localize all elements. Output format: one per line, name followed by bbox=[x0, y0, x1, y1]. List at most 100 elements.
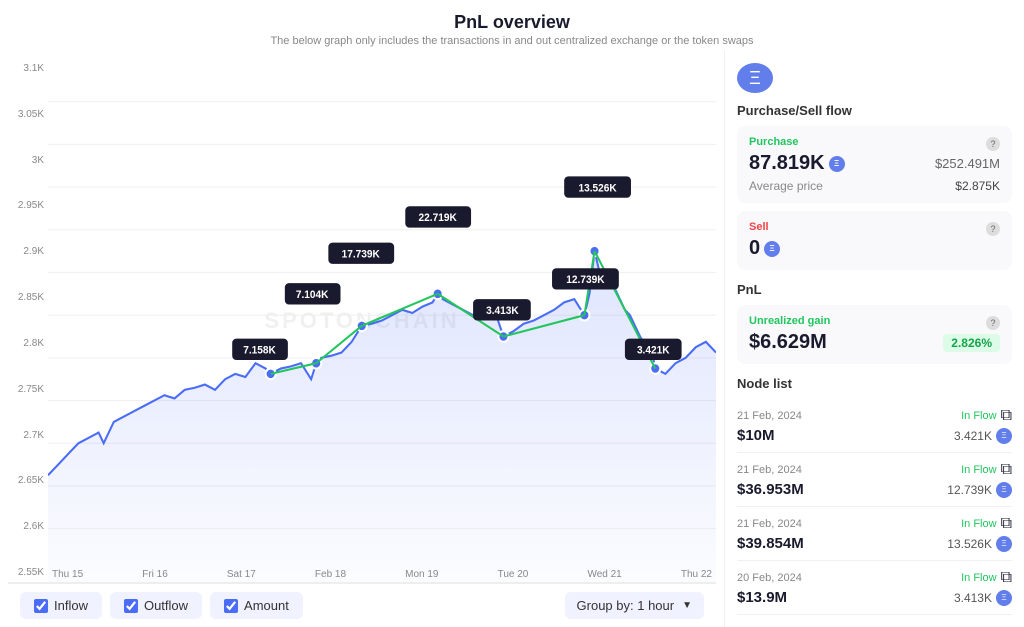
sell-amount: 0 Ξ bbox=[749, 237, 780, 260]
inflow-checkbox-group[interactable]: Inflow bbox=[20, 592, 102, 619]
amount-checkbox[interactable] bbox=[224, 599, 238, 613]
x-label: Sat 17 bbox=[227, 569, 256, 580]
y-label: 2.95K bbox=[8, 200, 48, 211]
x-axis-labels: Thu 15 Fri 16 Sat 17 Feb 18 Mon 19 Tue 2… bbox=[48, 569, 716, 580]
node-copy-icon[interactable]: ⧉ bbox=[1001, 515, 1012, 533]
svg-text:17.739K: 17.739K bbox=[342, 249, 381, 260]
node-copy-icon[interactable]: ⧉ bbox=[1001, 407, 1012, 425]
node-item: 20 Feb, 2024 In Flow ⧉ $13.9M 3.413K Ξ bbox=[737, 561, 1012, 615]
node-item: 21 Feb, 2024 In Flow ⧉ $10M 3.421K Ξ bbox=[737, 399, 1012, 453]
node-tokens: 3.421K Ξ bbox=[954, 428, 1012, 444]
node-date: 21 Feb, 2024 bbox=[737, 518, 802, 530]
y-label: 3.05K bbox=[8, 109, 48, 120]
sell-amount-value: 0 bbox=[749, 237, 760, 260]
y-label: 2.9K bbox=[8, 246, 48, 257]
y-label: 2.85K bbox=[8, 292, 48, 303]
x-label: Feb 18 bbox=[315, 569, 346, 580]
page-title: PnL overview bbox=[0, 12, 1024, 33]
eth-small-sell-icon: Ξ bbox=[764, 241, 780, 257]
y-label: 2.55K bbox=[8, 567, 48, 578]
eth-token-icon: Ξ bbox=[996, 428, 1012, 444]
svg-text:7.158K: 7.158K bbox=[243, 345, 276, 356]
unrealized-amount: $6.629M bbox=[749, 331, 827, 354]
x-label: Mon 19 bbox=[405, 569, 438, 580]
node-tokens: 3.413K Ξ bbox=[954, 590, 1012, 606]
y-label: 3K bbox=[8, 155, 48, 166]
eth-token-icon: Ξ bbox=[996, 536, 1012, 552]
x-label: Wed 21 bbox=[587, 569, 621, 580]
purchase-amount: 87.819K Ξ bbox=[749, 152, 845, 175]
y-label: 2.6K bbox=[8, 521, 48, 532]
outflow-label: Outflow bbox=[144, 598, 188, 613]
eth-icon: Ξ bbox=[737, 63, 773, 93]
chart-svg: 7.158K 7.104K 17.739K 22.719K 3.413K 12. bbox=[48, 59, 716, 582]
y-label: 2.75K bbox=[8, 384, 48, 395]
node-amount: $39.854M bbox=[737, 535, 804, 552]
node-amount: $10M bbox=[737, 427, 775, 444]
x-label: Thu 15 bbox=[52, 569, 83, 580]
pnl-section: PnL Unrealized gain ? $6.629M 2.826% bbox=[737, 282, 1012, 364]
svg-text:12.739K: 12.739K bbox=[566, 275, 605, 286]
y-label: 3.1K bbox=[8, 63, 48, 74]
y-label: 2.7K bbox=[8, 430, 48, 441]
eth-small-icon: Ξ bbox=[829, 156, 845, 172]
node-list-section: Node list 21 Feb, 2024 In Flow ⧉ $10M 3.… bbox=[737, 376, 1012, 615]
node-date: 21 Feb, 2024 bbox=[737, 464, 802, 476]
node-list-title: Node list bbox=[737, 376, 1012, 391]
node-date: 20 Feb, 2024 bbox=[737, 572, 802, 584]
node-inflow-label: In Flow bbox=[961, 518, 996, 530]
controls-bar: Inflow Outflow Amount Group by: 1 hour ▼ bbox=[8, 583, 716, 627]
node-tokens: 13.526K Ξ bbox=[947, 536, 1012, 552]
y-label: 2.65K bbox=[8, 475, 48, 486]
x-label: Tue 20 bbox=[498, 569, 529, 580]
outflow-checkbox[interactable] bbox=[124, 599, 138, 613]
node-inflow-label: In Flow bbox=[961, 572, 996, 584]
sell-label: Sell bbox=[749, 221, 769, 233]
x-label: Thu 22 bbox=[681, 569, 712, 580]
svg-text:3.421K: 3.421K bbox=[637, 345, 670, 356]
inflow-label: Inflow bbox=[54, 598, 88, 613]
avg-price-label: Average price bbox=[749, 179, 823, 193]
page-subtitle: The below graph only includes the transa… bbox=[0, 35, 1024, 47]
purchase-card: Purchase ? 87.819K Ξ $252.491M Average p… bbox=[737, 126, 1012, 203]
avg-price-value: $2.875K bbox=[955, 179, 1000, 193]
purchase-label: Purchase bbox=[749, 136, 799, 148]
unrealized-pct: 2.826% bbox=[943, 334, 1000, 352]
node-item: 21 Feb, 2024 In Flow ⧉ $36.953M 12.739K … bbox=[737, 453, 1012, 507]
chart-wrapper: SPOTONCHAIN 3.1K 3.05K 3K 2.95K 2.9K 2.8… bbox=[8, 59, 716, 583]
sell-info-icon[interactable]: ? bbox=[986, 222, 1000, 236]
node-tokens: 12.739K Ξ bbox=[947, 482, 1012, 498]
purchase-usd: $252.491M bbox=[935, 156, 1000, 171]
purchase-sell-section-title: Purchase/Sell flow bbox=[737, 103, 1012, 118]
chart-area: SPOTONCHAIN 3.1K 3.05K 3K 2.95K 2.9K 2.8… bbox=[0, 51, 724, 627]
amount-label: Amount bbox=[244, 598, 289, 613]
x-label: Fri 16 bbox=[142, 569, 168, 580]
node-amount: $36.953M bbox=[737, 481, 804, 498]
node-inflow-label: In Flow bbox=[961, 464, 996, 476]
group-by-label: Group by: 1 hour bbox=[577, 598, 675, 613]
page-header: PnL overview The below graph only includ… bbox=[0, 0, 1024, 51]
svg-text:3.413K: 3.413K bbox=[486, 306, 519, 317]
pnl-title: PnL bbox=[737, 282, 1012, 297]
amount-checkbox-group[interactable]: Amount bbox=[210, 592, 303, 619]
svg-text:13.526K: 13.526K bbox=[578, 183, 617, 194]
group-by-select[interactable]: Group by: 1 hour ▼ bbox=[565, 592, 704, 619]
purchase-info-icon[interactable]: ? bbox=[986, 137, 1000, 151]
node-copy-icon[interactable]: ⧉ bbox=[1001, 461, 1012, 479]
svg-text:22.719K: 22.719K bbox=[419, 213, 458, 224]
right-panel: Ξ Purchase/Sell flow Purchase ? 87.819K … bbox=[724, 51, 1024, 627]
y-label: 2.8K bbox=[8, 338, 48, 349]
purchase-amount-value: 87.819K bbox=[749, 152, 825, 175]
pnl-info-icon[interactable]: ? bbox=[986, 316, 1000, 330]
node-copy-icon[interactable]: ⧉ bbox=[1001, 569, 1012, 587]
node-inflow-label: In Flow bbox=[961, 410, 996, 422]
node-amount: $13.9M bbox=[737, 589, 787, 606]
pnl-card: Unrealized gain ? $6.629M 2.826% bbox=[737, 305, 1012, 364]
eth-token-icon: Ξ bbox=[996, 590, 1012, 606]
outflow-checkbox-group[interactable]: Outflow bbox=[110, 592, 202, 619]
inflow-checkbox[interactable] bbox=[34, 599, 48, 613]
main-content: SPOTONCHAIN 3.1K 3.05K 3K 2.95K 2.9K 2.8… bbox=[0, 51, 1024, 627]
y-axis-labels: 3.1K 3.05K 3K 2.95K 2.9K 2.85K 2.8K 2.75… bbox=[8, 59, 48, 582]
sell-card: Sell ? 0 Ξ bbox=[737, 211, 1012, 270]
unrealized-gain-label: Unrealized gain bbox=[749, 315, 830, 327]
